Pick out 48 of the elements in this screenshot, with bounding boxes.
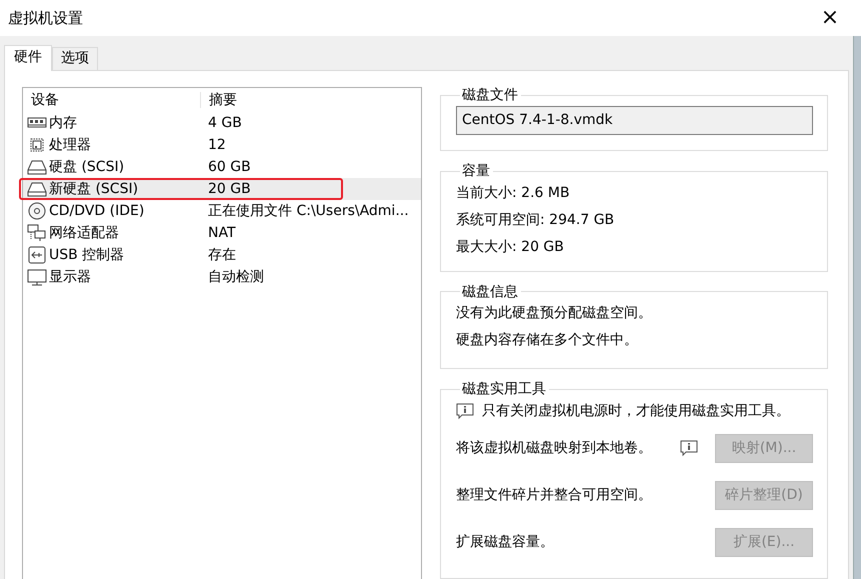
group-title: 磁盘实用工具 [461, 381, 547, 398]
capacity-text: 当前大小: 2.6 MB [456, 184, 570, 202]
device-name: CD/DVD (IDE) [49, 202, 144, 220]
device-summary: 自动检测 [208, 268, 264, 285]
device-name: 内存 [49, 114, 77, 132]
action-description: 整理文件碎片并整合可用空间。 [456, 487, 652, 504]
capacity-text: 最大大小: 20 GB [456, 238, 564, 256]
device-summary: NAT [208, 224, 236, 241]
column-header[interactable]: 摘要 [201, 92, 237, 108]
action-description: 扩展磁盘容量。 [456, 534, 554, 550]
device-row[interactable]: 处理器 12 [23, 134, 421, 156]
device-row[interactable]: 内存 4 GB [23, 112, 421, 134]
monitor-icon [27, 268, 47, 286]
device-summary: 12 [208, 136, 226, 153]
column-header[interactable]: 设备 [23, 92, 201, 108]
group-title: 磁盘文件 [461, 87, 519, 104]
device-summary: 正在使用文件 C:\Users\Admi... [208, 202, 409, 219]
group-title: 磁盘信息 [461, 284, 519, 300]
device-summary: 存在 [208, 246, 236, 263]
device-name: USB 控制器 [49, 246, 124, 264]
tab[interactable]: 硬件 [4, 45, 52, 71]
device-row[interactable]: USB 控制器 存在 [23, 244, 421, 266]
device-row[interactable]: 网络适配器 NAT [23, 222, 421, 244]
device-row[interactable]: CD/DVD (IDE) 正在使用文件 C:\Users\Admi... [23, 200, 421, 222]
file-path-field[interactable]: CentOS 7.4-1-8.vmdk [456, 106, 813, 135]
device-summary: 4 GB [208, 114, 242, 131]
device-summary: 60 GB [208, 158, 251, 175]
device-row[interactable]: 显示器 自动检测 [23, 266, 421, 288]
info-comment-icon [456, 403, 474, 420]
close-button[interactable]: × [807, 0, 853, 36]
network-computers-icon [27, 224, 47, 242]
group-title: 容量 [461, 162, 491, 180]
disc-icon [27, 202, 47, 220]
info-text: 没有为此硬盘预分配磁盘空间。 [456, 305, 652, 322]
window-title: 虚拟机设置 [8, 9, 83, 27]
tab[interactable]: 选项 [52, 47, 98, 70]
usb-icon [27, 246, 47, 264]
device-name: 网络适配器 [49, 224, 119, 242]
device-name: 显示器 [49, 268, 91, 286]
device-name: 硬盘 (SCSI) [49, 158, 124, 176]
device-summary: 20 GB [208, 180, 251, 197]
action-description: 将该虚拟机磁盘映射到本地卷。 [456, 440, 652, 456]
device-name: 处理器 [49, 136, 91, 154]
info-text: 硬盘内容存储在多个文件中。 [456, 332, 638, 350]
device-row[interactable]: 硬盘 (SCSI) 60 GB [23, 156, 421, 178]
capacity-text: 系统可用空间: 294.7 GB [456, 212, 614, 228]
note-text: 只有关闭虚拟机电源时，才能使用磁盘实用工具。 [482, 403, 790, 420]
device-name: 新硬盘 (SCSI) [49, 180, 138, 198]
